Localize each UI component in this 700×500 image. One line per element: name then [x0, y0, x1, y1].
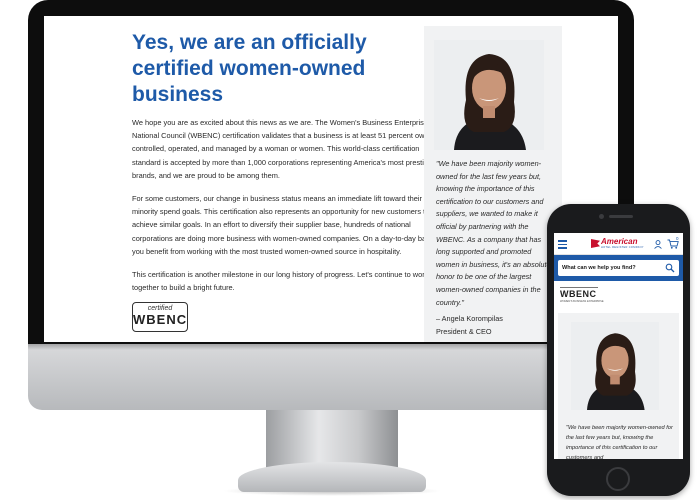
ceo-quote: "We have been majority women-owned for t… [436, 159, 551, 307]
hamburger-menu-icon[interactable] [558, 240, 567, 251]
attribution-name: – Angela Korompilas [436, 314, 503, 323]
mobile-badge-sub-text: WOMEN'S BUSINESS ENTERPRISE [560, 300, 604, 303]
mobile-badge-wbenc-text: WBENC [560, 289, 597, 299]
phone-home-button[interactable] [606, 467, 630, 491]
flag-icon [591, 239, 600, 248]
article-paragraph: This certification is another milestone … [132, 270, 429, 293]
quote-attribution: – Angela Korompilas President & CEO [436, 312, 554, 338]
mobile-phone: American HOTEL REGISTER COMPANY 0 What c… [547, 204, 690, 496]
badge-wbenc-text: WBENC [133, 312, 188, 328]
desktop-screen: Yes, we are an officially certified wome… [44, 16, 618, 342]
search-box [558, 260, 679, 276]
mobile-header: American HOTEL REGISTER COMPANY 0 [554, 233, 683, 255]
logo-sub-text: HOTEL REGISTER COMPANY [601, 246, 644, 249]
search-icon[interactable] [665, 263, 675, 273]
user-icon[interactable] [654, 240, 662, 249]
desktop-monitor: Yes, we are an officially certified wome… [28, 0, 634, 382]
mobile-ceo-quote: "We have been majority women-owned for t… [566, 425, 673, 459]
phone-camera [599, 214, 604, 219]
article-paragraph: We hope you are as excited about this ne… [132, 118, 442, 180]
phone-speaker [609, 215, 633, 218]
wbenc-certified-badge: certified WBENC [132, 302, 188, 333]
mobile-search-bar [554, 255, 683, 281]
monitor-stand-base [238, 462, 426, 492]
mobile-screen: American HOTEL REGISTER COMPANY 0 What c… [554, 233, 683, 459]
article-headline: Yes, we are an officially certified wome… [132, 31, 367, 106]
mobile-wbenc-badge: WBENC WOMEN'S BUSINESS ENTERPRISE [560, 285, 604, 305]
search-input[interactable] [562, 260, 662, 276]
mobile-ceo-portrait-image [571, 322, 659, 410]
attribution-title: President & CEO [436, 327, 492, 336]
monitor-chin [28, 344, 634, 410]
brand-logo[interactable]: American HOTEL REGISTER COMPANY [591, 237, 647, 252]
ceo-portrait-image [434, 40, 544, 150]
cart-count: 0 [676, 236, 679, 241]
monitor-stand-neck [266, 410, 398, 468]
article-paragraph: For some customers, our change in busine… [132, 194, 438, 256]
quote-sidebar: "We have been majority women-owned for t… [424, 26, 562, 342]
article-main-column: Yes, we are an officially certified wome… [132, 30, 442, 333]
mobile-quote-card: "We have been majority women-owned for t… [558, 313, 679, 459]
logo-brand-text: American [601, 237, 638, 246]
